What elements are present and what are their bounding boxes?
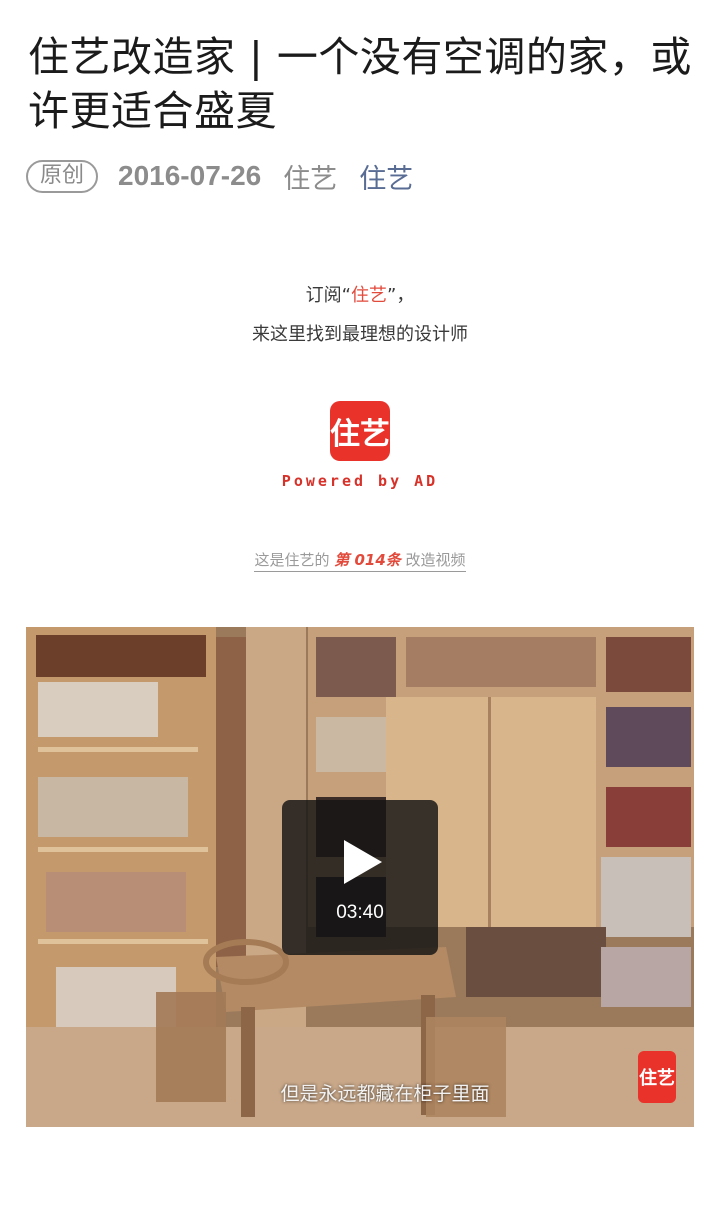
watermark-text: 住艺 — [639, 1068, 675, 1089]
episode-prefix: 这是住艺的 — [254, 551, 335, 569]
article-title: 住艺改造家 | 一个没有空调的家，或许更适合盛夏 — [28, 33, 692, 135]
publish-date: 2016-07-26 — [118, 160, 262, 191]
powered-by-text: Powered by AD — [281, 472, 439, 490]
subscribe-line-2: 来这里找到最理想的设计师 — [252, 324, 468, 345]
episode-link[interactable]: 这是住艺的 第 014条 改造视频 — [254, 551, 466, 572]
article-page: 住艺改造家 | 一个没有空调的家，或许更适合盛夏 原创 2016-07-26 住… — [0, 0, 720, 1208]
subscribe-prefix: 订阅“ — [305, 285, 351, 306]
play-button[interactable]: 03:40 — [282, 800, 438, 955]
video-player[interactable]: 03:40 但是永远都藏在柜子里面 住艺 — [26, 627, 694, 1127]
episode-number: 第 014条 — [334, 551, 401, 569]
account-link[interactable]: 住艺 — [359, 157, 413, 196]
video-duration: 03:40 — [336, 902, 384, 923]
episode-suffix: 改造视频 — [400, 551, 466, 569]
subscribe-highlight: 住艺 — [351, 285, 387, 306]
video-watermark-logo: 住艺 — [638, 1051, 676, 1103]
subscribe-line-1: 订阅“住艺”， — [0, 281, 720, 307]
subscribe-suffix: ”， — [387, 285, 415, 306]
author-name: 住艺 — [283, 163, 338, 195]
episode-line[interactable]: 这是住艺的 第 014条 改造视频 — [0, 549, 720, 572]
original-badge: 原创 — [26, 159, 99, 193]
play-icon — [344, 840, 382, 884]
video-subtitle: 但是永远都藏在柜子里面 — [280, 1083, 490, 1105]
article-meta: 原创 2016-07-26 住艺 住艺 — [26, 156, 413, 196]
brand-logo-text: 住艺 — [330, 417, 390, 452]
brand-logo: 住艺 — [330, 401, 390, 461]
